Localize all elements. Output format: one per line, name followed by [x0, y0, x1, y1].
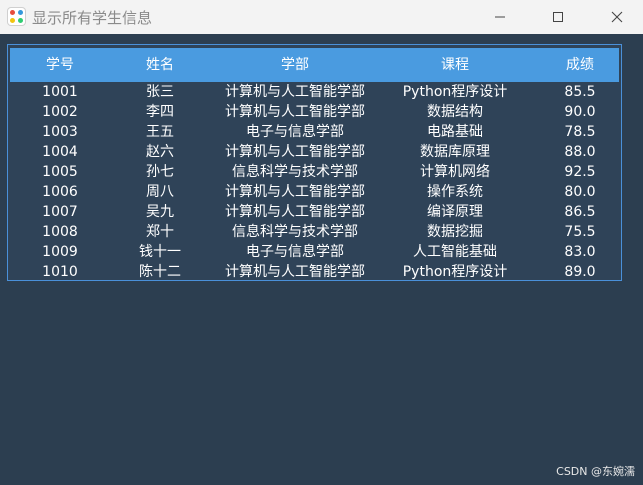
table-row[interactable]: 1005 孙七 信息科学与技术学部 计算机网络 92.5	[10, 162, 619, 182]
table-row[interactable]: 1010 陈十二 计算机与人工智能学部 Python程序设计 89.0	[10, 262, 619, 282]
cell-name[interactable]: 郑十	[110, 222, 210, 242]
cell-department[interactable]: 计算机与人工智能学部	[210, 102, 380, 122]
cell-student-id[interactable]: 1005	[10, 162, 110, 182]
cell-department[interactable]: 计算机与人工智能学部	[210, 202, 380, 222]
app-logo-icon	[8, 8, 25, 25]
cell-department[interactable]: 计算机与人工智能学部	[210, 82, 380, 102]
table-row[interactable]: 1008 郑十 信息科学与技术学部 数据挖掘 75.5	[10, 222, 619, 242]
cell-department[interactable]: 信息科学与技术学部	[210, 222, 380, 242]
maximize-button[interactable]	[535, 0, 581, 34]
student-table[interactable]: 学号 姓名 学部 课程 成绩 1001 张三 计算机与人工智能学部 Python程序设…	[7, 44, 622, 281]
cell-name[interactable]: 李四	[110, 102, 210, 122]
header-course[interactable]: 课程	[380, 48, 530, 82]
table-row[interactable]: 1007 吴九 计算机与人工智能学部 编译原理 86.5	[10, 202, 619, 222]
watermark: CSDN @东婉濡	[556, 465, 635, 478]
cell-score[interactable]: 75.5	[530, 222, 630, 242]
table-row[interactable]: 1006 周八 计算机与人工智能学部 操作系统 80.0	[10, 182, 619, 202]
cell-course[interactable]: 操作系统	[380, 182, 530, 202]
cell-department[interactable]: 电子与信息学部	[210, 122, 380, 142]
cell-score[interactable]: 92.5	[530, 162, 630, 182]
cell-course[interactable]: 电路基础	[380, 122, 530, 142]
cell-score[interactable]: 88.0	[530, 142, 630, 162]
cell-course[interactable]: 数据库原理	[380, 142, 530, 162]
cell-name[interactable]: 孙七	[110, 162, 210, 182]
table-row[interactable]: 1003 王五 电子与信息学部 电路基础 78.5	[10, 122, 619, 142]
title-bar[interactable]: 显示所有学生信息	[0, 0, 643, 34]
cell-student-id[interactable]: 1008	[10, 222, 110, 242]
cell-name[interactable]: 王五	[110, 122, 210, 142]
cell-department[interactable]: 计算机与人工智能学部	[210, 142, 380, 162]
cell-department[interactable]: 计算机与人工智能学部	[210, 182, 380, 202]
cell-student-id[interactable]: 1007	[10, 202, 110, 222]
cell-name[interactable]: 周八	[110, 182, 210, 202]
cell-score[interactable]: 80.0	[530, 182, 630, 202]
header-student-id[interactable]: 学号	[10, 48, 110, 82]
header-score[interactable]: 成绩	[530, 48, 630, 82]
app-window: 显示所有学生信息 学号 姓名 学部 课程 成绩 1001 张三 计算机与人工智能学部	[0, 0, 643, 485]
table-header: 学号 姓名 学部 课程 成绩	[10, 48, 619, 82]
cell-department[interactable]: 电子与信息学部	[210, 242, 380, 262]
maximize-icon	[553, 12, 563, 22]
table-row[interactable]: 1004 赵六 计算机与人工智能学部 数据库原理 88.0	[10, 142, 619, 162]
minimize-icon	[495, 16, 505, 18]
header-name[interactable]: 姓名	[110, 48, 210, 82]
close-icon	[611, 11, 623, 23]
cell-score[interactable]: 90.0	[530, 102, 630, 122]
cell-department[interactable]: 计算机与人工智能学部	[210, 262, 380, 282]
cell-student-id[interactable]: 1004	[10, 142, 110, 162]
cell-course[interactable]: 计算机网络	[380, 162, 530, 182]
cell-score[interactable]: 83.0	[530, 242, 630, 262]
minimize-button[interactable]	[477, 0, 523, 34]
cell-name[interactable]: 张三	[110, 82, 210, 102]
cell-student-id[interactable]: 1003	[10, 122, 110, 142]
cell-score[interactable]: 89.0	[530, 262, 630, 282]
cell-course[interactable]: 编译原理	[380, 202, 530, 222]
table-row[interactable]: 1009 钱十一 电子与信息学部 人工智能基础 83.0	[10, 242, 619, 262]
cell-course[interactable]: 人工智能基础	[380, 242, 530, 262]
cell-score[interactable]: 78.5	[530, 122, 630, 142]
cell-course[interactable]: Python程序设计	[380, 82, 530, 102]
cell-department[interactable]: 信息科学与技术学部	[210, 162, 380, 182]
cell-course[interactable]: 数据结构	[380, 102, 530, 122]
cell-student-id[interactable]: 1009	[10, 242, 110, 262]
cell-student-id[interactable]: 1001	[10, 82, 110, 102]
cell-student-id[interactable]: 1010	[10, 262, 110, 282]
cell-name[interactable]: 钱十一	[110, 242, 210, 262]
cell-score[interactable]: 86.5	[530, 202, 630, 222]
table-row[interactable]: 1001 张三 计算机与人工智能学部 Python程序设计 85.5	[10, 82, 619, 102]
cell-name[interactable]: 赵六	[110, 142, 210, 162]
close-button[interactable]	[594, 0, 640, 34]
cell-student-id[interactable]: 1006	[10, 182, 110, 202]
cell-course[interactable]: Python程序设计	[380, 262, 530, 282]
window-title: 显示所有学生信息	[32, 9, 153, 27]
cell-score[interactable]: 85.5	[530, 82, 630, 102]
cell-name[interactable]: 陈十二	[110, 262, 210, 282]
table-body: 1001 张三 计算机与人工智能学部 Python程序设计 85.5 1002 李四 计算机与…	[10, 82, 619, 282]
cell-course[interactable]: 数据挖掘	[380, 222, 530, 242]
cell-student-id[interactable]: 1002	[10, 102, 110, 122]
header-department[interactable]: 学部	[210, 48, 380, 82]
cell-name[interactable]: 吴九	[110, 202, 210, 222]
table-row[interactable]: 1002 李四 计算机与人工智能学部 数据结构 90.0	[10, 102, 619, 122]
